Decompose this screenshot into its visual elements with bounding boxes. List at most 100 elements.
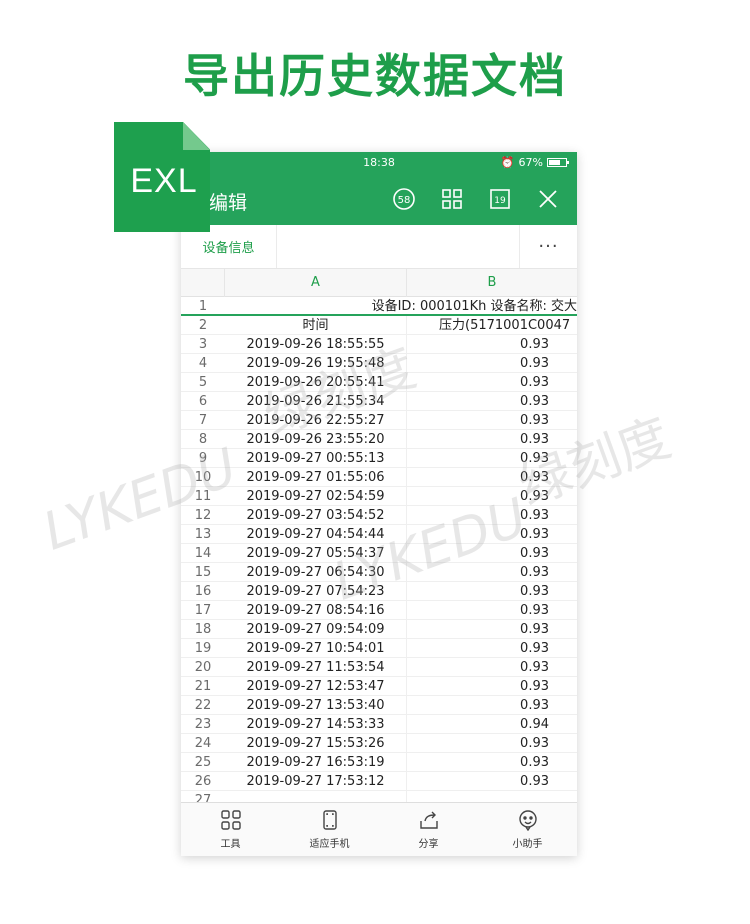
table-row[interactable]: 16 2019-09-27 07:54:23 0.93	[181, 582, 577, 601]
pressure-cell[interactable]: 0.93	[407, 601, 577, 620]
toolbar-item-1[interactable]: 适应手机	[280, 803, 379, 856]
time-cell[interactable]: 2019-09-26 18:55:55	[225, 335, 407, 354]
pressure-cell[interactable]: 0.93	[407, 544, 577, 563]
pressure-cell[interactable]: 0.93	[407, 487, 577, 506]
pressure-cell[interactable]: 0.93	[407, 468, 577, 487]
table-row[interactable]: 26 2019-09-27 17:53:12 0.93	[181, 772, 577, 791]
pressure-cell[interactable]: 0.93	[407, 373, 577, 392]
table-row[interactable]: 24 2019-09-27 15:53:26 0.93	[181, 734, 577, 753]
pressure-header-cell[interactable]: 压力(5171001C0047	[407, 316, 577, 335]
pressure-cell[interactable]	[407, 791, 577, 802]
table-row[interactable]: 20 2019-09-27 11:53:54 0.93	[181, 658, 577, 677]
pressure-cell[interactable]: 0.93	[407, 696, 577, 715]
app-bar-icons: 58 19	[391, 186, 561, 212]
time-cell[interactable]: 2019-09-27 01:55:06	[225, 468, 407, 487]
time-header-cell[interactable]: 时间	[225, 316, 407, 335]
time-cell[interactable]: 2019-09-27 06:54:30	[225, 563, 407, 582]
close-icon[interactable]	[535, 186, 561, 212]
time-cell[interactable]	[225, 791, 407, 802]
pressure-cell[interactable]: 0.93	[407, 658, 577, 677]
select-all-corner[interactable]	[181, 269, 225, 297]
pressure-cell[interactable]: 0.93	[407, 582, 577, 601]
time-cell[interactable]: 2019-09-27 05:54:37	[225, 544, 407, 563]
counter-58-icon[interactable]: 58	[391, 186, 417, 212]
pressure-cell[interactable]: 0.93	[407, 430, 577, 449]
table-row[interactable]: 22 2019-09-27 13:53:40 0.93	[181, 696, 577, 715]
toolbar-item-0[interactable]: 工具	[181, 803, 280, 856]
pressure-cell[interactable]: 0.93	[407, 506, 577, 525]
time-cell[interactable]: 2019-09-27 07:54:23	[225, 582, 407, 601]
time-cell[interactable]: 2019-09-27 00:55:13	[225, 449, 407, 468]
grid-view-icon[interactable]	[439, 186, 465, 212]
time-cell[interactable]: 2019-09-27 02:54:59	[225, 487, 407, 506]
time-cell[interactable]: 2019-09-27 10:54:01	[225, 639, 407, 658]
time-cell[interactable]: 2019-09-27 08:54:16	[225, 601, 407, 620]
status-right: ⏰ 67%	[501, 156, 569, 169]
table-row[interactable]: 3 2019-09-26 18:55:55 0.93	[181, 335, 577, 354]
time-cell[interactable]: 2019-09-27 17:53:12	[225, 772, 407, 791]
table-row[interactable]: 10 2019-09-27 01:55:06 0.93	[181, 468, 577, 487]
column-header-b[interactable]: B	[407, 269, 577, 297]
pressure-cell[interactable]: 0.93	[407, 734, 577, 753]
table-row[interactable]: 27	[181, 791, 577, 802]
time-cell[interactable]: 2019-09-27 09:54:09	[225, 620, 407, 639]
pressure-cell[interactable]: 0.93	[407, 677, 577, 696]
table-row[interactable]: 8 2019-09-26 23:55:20 0.93	[181, 430, 577, 449]
sheet-19-icon[interactable]: 19	[487, 186, 513, 212]
row-number: 15	[194, 565, 212, 580]
column-header-a[interactable]: A	[225, 269, 407, 297]
time-cell[interactable]: 2019-09-26 23:55:20	[225, 430, 407, 449]
table-row[interactable]: 2 时间 压力(5171001C0047	[181, 316, 577, 335]
time-cell[interactable]: 2019-09-27 15:53:26	[225, 734, 407, 753]
table-row[interactable]: 21 2019-09-27 12:53:47 0.93	[181, 677, 577, 696]
time-cell[interactable]: 2019-09-27 16:53:19	[225, 753, 407, 772]
table-row[interactable]: 4 2019-09-26 19:55:48 0.93	[181, 354, 577, 373]
row-number: 6	[198, 394, 208, 409]
row-number: 10	[194, 470, 212, 485]
table-row[interactable]: 9 2019-09-27 00:55:13 0.93	[181, 449, 577, 468]
table-row[interactable]: 17 2019-09-27 08:54:16 0.93	[181, 601, 577, 620]
time-cell[interactable]: 2019-09-26 20:55:41	[225, 373, 407, 392]
table-row[interactable]: 5 2019-09-26 20:55:41 0.93	[181, 373, 577, 392]
pressure-cell[interactable]: 0.94	[407, 715, 577, 734]
table-row[interactable]: 6 2019-09-26 21:55:34 0.93	[181, 392, 577, 411]
toolbar-label: 适应手机	[309, 839, 350, 850]
pressure-cell[interactable]: 0.93	[407, 753, 577, 772]
time-cell[interactable]: 2019-09-26 21:55:34	[225, 392, 407, 411]
more-tabs-button[interactable]: ···	[519, 225, 577, 268]
fit-phone-icon	[319, 809, 341, 831]
pressure-cell[interactable]: 0.93	[407, 411, 577, 430]
toolbar-item-2[interactable]: 分享	[379, 803, 478, 856]
table-row[interactable]: 14 2019-09-27 05:54:37 0.93	[181, 544, 577, 563]
pressure-cell[interactable]: 0.93	[407, 392, 577, 411]
time-cell[interactable]: 2019-09-27 12:53:47	[225, 677, 407, 696]
table-row[interactable]: 11 2019-09-27 02:54:59 0.93	[181, 487, 577, 506]
pressure-cell[interactable]: 0.93	[407, 525, 577, 544]
toolbar-item-3[interactable]: 小助手	[478, 803, 577, 856]
table-row[interactable]: 25 2019-09-27 16:53:19 0.93	[181, 753, 577, 772]
time-cell[interactable]: 2019-09-27 11:53:54	[225, 658, 407, 677]
table-row[interactable]: 18 2019-09-27 09:54:09 0.93	[181, 620, 577, 639]
pressure-cell[interactable]: 0.93	[407, 354, 577, 373]
time-cell[interactable]: 2019-09-26 19:55:48	[225, 354, 407, 373]
table-row[interactable]: 12 2019-09-27 03:54:52 0.93	[181, 506, 577, 525]
table-row[interactable]: 1 设备ID: 000101Kh 设备名称: 交大	[181, 297, 577, 316]
time-cell[interactable]: 2019-09-27 13:53:40	[225, 696, 407, 715]
table-row[interactable]: 15 2019-09-27 06:54:30 0.93	[181, 563, 577, 582]
time-cell[interactable]: 2019-09-27 03:54:52	[225, 506, 407, 525]
time-cell[interactable]: 2019-09-27 14:53:33	[225, 715, 407, 734]
spreadsheet-grid[interactable]: 1 设备ID: 000101Kh 设备名称: 交大 2 时间 压力(517100…	[181, 297, 577, 802]
table-row[interactable]: 7 2019-09-26 22:55:27 0.93	[181, 411, 577, 430]
pressure-cell[interactable]: 0.93	[407, 639, 577, 658]
time-cell[interactable]: 2019-09-27 04:54:44	[225, 525, 407, 544]
pressure-cell[interactable]: 0.93	[407, 335, 577, 354]
table-row[interactable]: 19 2019-09-27 10:54:01 0.93	[181, 639, 577, 658]
table-row[interactable]: 23 2019-09-27 14:53:33 0.94	[181, 715, 577, 734]
pressure-cell[interactable]: 0.93	[407, 563, 577, 582]
device-info-cell[interactable]: 设备ID: 000101Kh 设备名称: 交大	[225, 297, 577, 316]
pressure-cell[interactable]: 0.93	[407, 449, 577, 468]
pressure-cell[interactable]: 0.93	[407, 772, 577, 791]
table-row[interactable]: 13 2019-09-27 04:54:44 0.93	[181, 525, 577, 544]
pressure-cell[interactable]: 0.93	[407, 620, 577, 639]
time-cell[interactable]: 2019-09-26 22:55:27	[225, 411, 407, 430]
